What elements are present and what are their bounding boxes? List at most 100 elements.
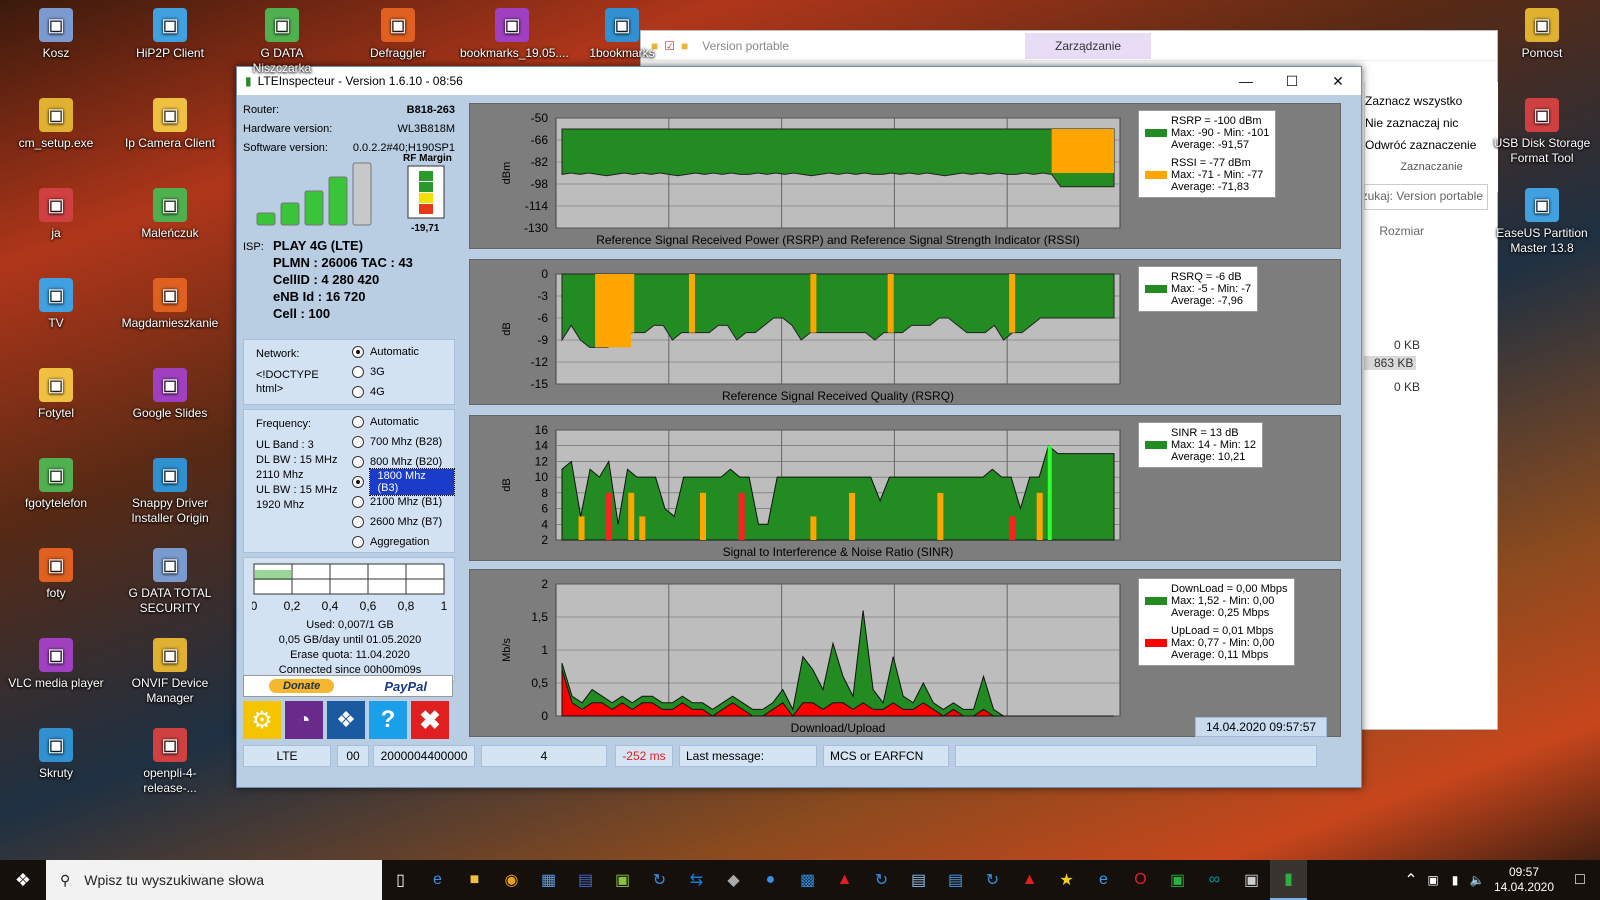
frequency-option[interactable]: Aggregation	[352, 532, 454, 552]
network-icon[interactable]: ▣	[1422, 860, 1444, 900]
desktop-icon[interactable]: ▣ Fotytel	[4, 368, 108, 421]
search-box[interactable]: ⚲ Wpisz tu wyszukiwane słowa	[46, 860, 382, 900]
desktop-icon[interactable]: ▣ openpli-4-release-...	[118, 728, 222, 796]
radio-icon	[352, 366, 364, 378]
desktop-icon[interactable]: ▣ Magdamieszkanie	[118, 278, 222, 331]
menu-select-all[interactable]: Zaznacz wszystko	[1365, 90, 1498, 112]
app-button[interactable]: ▦	[530, 860, 567, 900]
app-button[interactable]: ↻	[974, 860, 1011, 900]
app-button[interactable]: ▤	[567, 860, 604, 900]
legend-entry: Average: 0,11 Mbps	[1145, 649, 1288, 661]
frequency-option[interactable]: 2100 Mhz (B1)	[352, 492, 454, 512]
frequency-option[interactable]: 1800 Mhz (B3)	[352, 468, 455, 496]
app-button[interactable]: ▣	[604, 860, 641, 900]
desktop-icon[interactable]: ▣ TV	[4, 278, 108, 331]
desktop-icon[interactable]: ▣ EaseUS Partition Master 13.8	[1490, 188, 1594, 256]
menu-invert[interactable]: Odwróć zaznaczenie	[1365, 134, 1498, 156]
app-button[interactable]: ▲	[826, 860, 863, 900]
app-button[interactable]: ↻	[863, 860, 900, 900]
cell: Cell : 100	[273, 306, 331, 321]
app-button[interactable]: ▤	[900, 860, 937, 900]
desktop-icon[interactable]: ▣ cm_setup.exe	[4, 98, 108, 151]
signal-bar	[304, 190, 324, 226]
radio-label: 700 Mhz (B28)	[370, 436, 443, 448]
teamviewer-button[interactable]: ⇆	[678, 860, 715, 900]
radio-icon	[352, 416, 364, 428]
y-tick-label: -9	[537, 333, 548, 347]
exit-button[interactable]: ✖	[411, 701, 449, 739]
fullscreen-button[interactable]: ❖	[327, 701, 365, 739]
app-button[interactable]: ▲	[1011, 860, 1048, 900]
help-button[interactable]: ?	[369, 701, 407, 739]
tray-chevron-icon[interactable]: ⌃	[1400, 860, 1422, 900]
start-button[interactable]: ❖	[0, 860, 46, 900]
desktop-icon[interactable]: ▣ Pomost	[1490, 8, 1594, 61]
desktop-icon[interactable]: ▣ VLC media player	[4, 638, 108, 691]
desktop-icon[interactable]: ▣ ONVIF Device Manager	[118, 638, 222, 706]
y-tick-label: 10	[535, 470, 549, 484]
desktop-icon[interactable]: ▣ fgotytelefon	[4, 458, 108, 511]
desktop-icon[interactable]: ▣ foty	[4, 548, 108, 601]
desktop-icon[interactable]: ▣ Snappy Driver Installer Origin	[118, 458, 222, 526]
maximize-button[interactable]: ☐	[1269, 67, 1315, 95]
legend-entry: Max: 0,77 - Min: 0,00	[1145, 637, 1288, 649]
close-button[interactable]: ✕	[1315, 67, 1361, 95]
edge-button[interactable]: e	[419, 860, 456, 900]
app-button[interactable]: ▩	[789, 860, 826, 900]
desktop-icon[interactable]: ▣ Google Slides	[118, 368, 222, 421]
legend-text: Max: -90 - Min: -101	[1171, 127, 1270, 139]
donate-button[interactable]: Donate PayPal	[243, 675, 453, 697]
clock[interactable]: 09:57 14.04.2020	[1488, 865, 1560, 895]
ie-button[interactable]: e	[1085, 860, 1122, 900]
network-option[interactable]: Automatic	[352, 342, 419, 362]
battery-icon[interactable]: ▮	[1444, 860, 1466, 900]
app-button[interactable]: ▤	[937, 860, 974, 900]
desktop-icon[interactable]: ▣ Skruty	[4, 728, 108, 781]
opera-button[interactable]: O	[1122, 860, 1159, 900]
desktop-icon[interactable]: ▣ HiP2P Client	[118, 8, 222, 61]
notifications-icon[interactable]: □	[1560, 860, 1600, 900]
chrome-button[interactable]: ◉	[493, 860, 530, 900]
radio-label: 1800 Mhz (B3)	[368, 468, 455, 496]
explorer-button[interactable]: ■	[456, 860, 493, 900]
legend-text: Average: -71,83	[1171, 181, 1250, 193]
app-button[interactable]: ↻	[641, 860, 678, 900]
desktop-icon-label: Snappy Driver Installer Origin	[131, 496, 209, 525]
y-tick-label: 14	[535, 439, 549, 453]
desktop-icon[interactable]: ▣ USB Disk Storage Format Tool	[1490, 98, 1594, 166]
explorer-search[interactable]: Szukaj: Version portable	[1364, 184, 1488, 210]
settings-button[interactable]: ⚙	[243, 701, 281, 739]
desktop-icon[interactable]: ▣ Kosz	[4, 8, 108, 61]
quota-tick: 0,2	[284, 599, 301, 613]
desktop-icon[interactable]: ▣ ja	[4, 188, 108, 241]
desktop-icon[interactable]: ▣ bookmarks_19.05....	[460, 8, 569, 61]
lteinspecteur-taskbar-button[interactable]: ▮	[1270, 860, 1307, 900]
minimize-button[interactable]: —	[1223, 67, 1269, 95]
desktop-icon[interactable]: ▣ G DATA Niszczarka	[230, 8, 334, 76]
app-button[interactable]: ▣	[1233, 860, 1270, 900]
legend-entry: RSRP = -100 dBm	[1145, 115, 1269, 127]
app-button[interactable]: ●	[752, 860, 789, 900]
volume-icon[interactable]: 🔈	[1466, 860, 1488, 900]
desktop-icon-label: Kosz	[42, 46, 70, 60]
network-option[interactable]: 3G	[352, 362, 419, 382]
desktop-icon[interactable]: ▣ G DATA TOTAL SECURITY	[118, 548, 222, 616]
menu-select-none[interactable]: Nie zaznaczaj nic	[1365, 112, 1498, 134]
arduino-button[interactable]: ∞	[1196, 860, 1233, 900]
tab-manage[interactable]: Zarządzanie	[1025, 32, 1152, 59]
frequency-option[interactable]: Automatic	[352, 412, 454, 432]
task-view-button[interactable]: ▯	[382, 860, 419, 900]
desktop-icon[interactable]: ▣ 1bookmarks	[570, 8, 674, 61]
app-button[interactable]: ▣	[1159, 860, 1196, 900]
app-button[interactable]: ◆	[715, 860, 752, 900]
desktop-icon[interactable]: ▣ Maleńczuk	[118, 188, 222, 241]
radio-icon	[352, 436, 364, 448]
column-size[interactable]: Rozmiar	[1364, 224, 1424, 238]
frequency-option[interactable]: 2600 Mhz (B7)	[352, 512, 454, 532]
frequency-option[interactable]: 700 Mhz (B28)	[352, 432, 454, 452]
desktop-icon[interactable]: ▣ Defraggler	[346, 8, 450, 61]
desktop-icon[interactable]: ▣ Ip Camera Client	[118, 98, 222, 151]
speedtest-button[interactable]: ◔	[285, 701, 323, 739]
network-option[interactable]: 4G	[352, 382, 419, 402]
app-button[interactable]: ★	[1048, 860, 1085, 900]
